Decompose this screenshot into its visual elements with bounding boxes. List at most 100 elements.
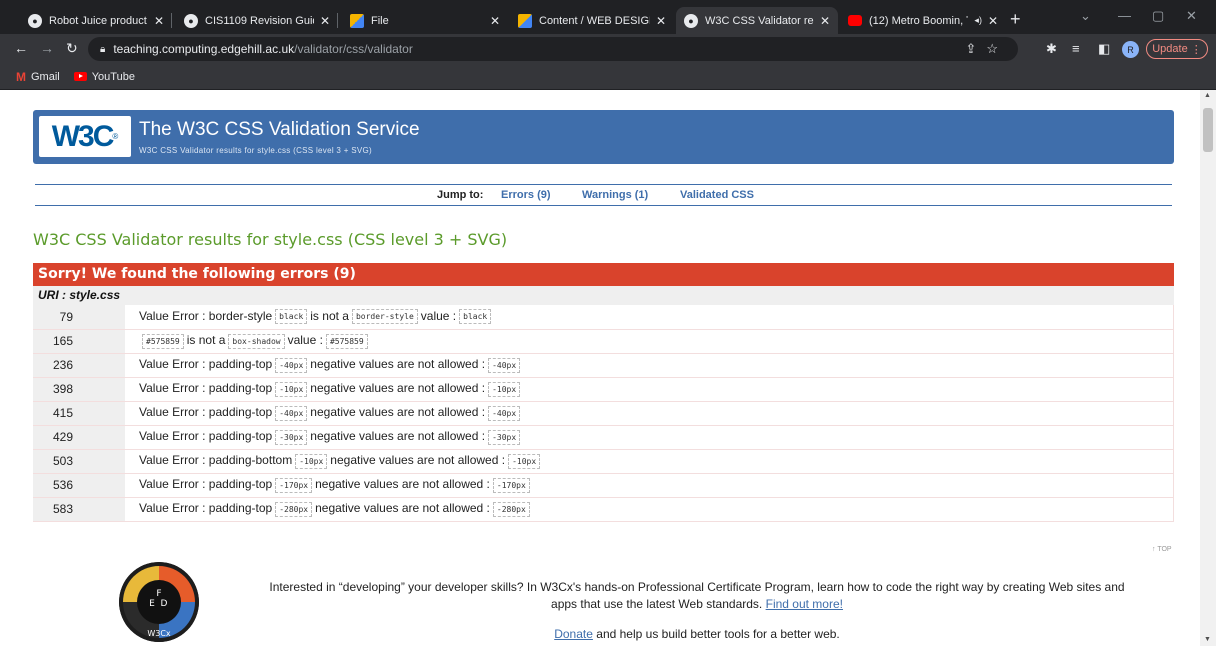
close-icon[interactable]: ✕ [154, 14, 164, 28]
bookmark-youtube[interactable]: YouTube [73, 71, 135, 83]
css-code-value: box-shadow [228, 333, 285, 349]
css-code-value: -40px [488, 405, 521, 421]
close-icon[interactable]: ✕ [988, 14, 998, 28]
tab-youtube-metro-boomin[interactable]: (12) Metro Boomin, Tra ◂) ✕ [840, 7, 1006, 34]
svg-text:D: D [161, 599, 168, 609]
page-subtitle: W3C CSS Validator results for style.css … [139, 146, 372, 155]
tab-search-icon[interactable]: ⌄ [1080, 8, 1091, 24]
youtube-icon [848, 15, 862, 26]
reading-list-icon[interactable]: ≡ [1072, 41, 1080, 56]
css-code-value: #575859 [325, 333, 368, 349]
profile-avatar[interactable]: R [1122, 41, 1139, 58]
tab-divider [337, 13, 338, 28]
audio-icon[interactable]: ◂) [974, 15, 982, 26]
bookmark-gmail[interactable]: M Gmail [16, 70, 60, 84]
css-code-value: -280px [492, 501, 530, 517]
close-icon[interactable]: ✕ [320, 14, 330, 28]
minimize-icon[interactable]: — [1118, 8, 1131, 23]
extensions-icon[interactable]: ✱ [1046, 41, 1057, 57]
error-line-number[interactable]: 165 [33, 329, 81, 354]
error-line-number[interactable]: 536 [33, 473, 81, 498]
new-tab-button[interactable]: + [1010, 9, 1021, 30]
forward-icon[interactable]: → [40, 40, 54, 56]
tab-content-web-design[interactable]: Content / WEB DESIGN & D ✕ [510, 7, 674, 34]
errors-section: Sorry! We found the following errors (9)… [33, 263, 1174, 522]
error-row: 236 Value Error : padding-top -40px negativ… [33, 353, 1174, 378]
css-code-value: -280px [275, 501, 313, 517]
css-code-value: -40px [275, 357, 308, 373]
w3c-logo[interactable]: W3C ® [39, 116, 131, 157]
error-message: Value Error : padding-top -30px negative v… [125, 425, 1174, 450]
css-code-value: black [459, 309, 492, 325]
error-row: 165 #575859 is not a box-shadow value : #5758… [33, 329, 1174, 354]
error-line-number[interactable]: 398 [33, 377, 81, 402]
svg-text:E: E [149, 599, 155, 609]
error-row: 415 Value Error : padding-top -40px negativ… [33, 401, 1174, 426]
mark-icon [518, 13, 532, 28]
tab-robot-juice[interactable]: ● Robot Juice product ✕ [20, 7, 172, 34]
error-line-gap [81, 305, 125, 330]
close-icon[interactable]: ✕ [490, 14, 500, 28]
errors-table: 79 Value Error : border-style black is not … [33, 305, 1174, 522]
w3c-banner: W3C ® The W3C CSS Validation Service W3C … [33, 110, 1174, 164]
svg-text:F: F [156, 589, 161, 599]
close-icon[interactable]: ✕ [820, 14, 830, 28]
scrollbar-thumb[interactable] [1203, 108, 1213, 152]
update-button[interactable]: Update ⋮ [1146, 39, 1208, 59]
address-bar[interactable]: 🔒︎ teaching.computing.edgehill.ac.uk/val… [88, 37, 1018, 61]
globe-icon: ● [184, 13, 198, 28]
top-link[interactable]: ↑ TOP [1152, 546, 1172, 553]
maximize-icon[interactable]: ▢ [1152, 8, 1164, 24]
error-line-number[interactable]: 236 [33, 353, 81, 378]
error-line-gap [81, 425, 125, 450]
page-title[interactable]: The W3C CSS Validation Service [139, 119, 420, 141]
error-row: 536 Value Error : padding-top -170px negati… [33, 473, 1174, 498]
error-line-number[interactable]: 415 [33, 401, 81, 426]
jump-errors-link[interactable]: Errors (9) [501, 189, 551, 201]
jump-validated-css-link[interactable]: Validated CSS [680, 189, 754, 201]
error-message: #575859 is not a box-shadow value : #575859 [125, 329, 1174, 354]
window-close-icon[interactable]: ✕ [1186, 8, 1197, 24]
error-line-number[interactable]: 79 [33, 305, 81, 330]
css-code-value: border-style [351, 309, 418, 325]
error-message: Value Error : padding-bottom -10px negativ… [125, 449, 1174, 474]
lock-icon[interactable]: 🔒︎ [100, 44, 105, 55]
reload-icon[interactable]: ↻ [66, 40, 78, 57]
vertical-scrollbar[interactable] [1200, 90, 1216, 646]
close-icon[interactable]: ✕ [656, 14, 666, 28]
error-row: 503 Value Error : padding-bottom -10px nega… [33, 449, 1174, 474]
scroll-up-icon[interactable]: ▲ [1204, 92, 1211, 99]
error-message: Value Error : padding-top -40px negative v… [125, 401, 1174, 426]
tab-file[interactable]: File ✕ [342, 7, 508, 34]
w3cx-badge-icon: F E D W3Cx [119, 562, 199, 642]
jump-label: Jump to: [437, 189, 484, 201]
results-title: W3C CSS Validator results for style.css … [33, 230, 508, 249]
find-out-more-link[interactable]: Find out more! [766, 597, 843, 611]
css-code-value: -30px [275, 429, 308, 445]
tab-divider [171, 13, 172, 28]
error-line-number[interactable]: 429 [33, 425, 81, 450]
css-code-value: -10px [488, 381, 521, 397]
side-panel-icon[interactable]: ◧ [1098, 41, 1110, 57]
scroll-down-icon[interactable]: ▼ [1204, 636, 1211, 643]
error-line-number[interactable]: 503 [33, 449, 81, 474]
error-message: Value Error : padding-top -40px negative v… [125, 353, 1174, 378]
error-row: 398 Value Error : padding-top -10px negativ… [33, 377, 1174, 402]
donate-link[interactable]: Donate [554, 627, 593, 641]
css-code-value: -10px [508, 453, 541, 469]
donate-text: Donate and help us build better tools fo… [554, 627, 840, 641]
share-star-icons[interactable]: ⇪☆ [965, 41, 1008, 57]
jump-warnings-link[interactable]: Warnings (1) [582, 189, 648, 201]
globe-icon: ● [684, 13, 698, 28]
error-row: 583 Value Error : padding-top -280px negati… [33, 497, 1174, 522]
tab-strip: ● Robot Juice product ✕ ● CIS1109 Revisi… [0, 0, 1216, 34]
w3cx-badge-image[interactable]: F E D W3Cx [119, 562, 199, 642]
tab-cis1109[interactable]: ● CIS1109 Revision Guide ✕ [176, 7, 338, 34]
back-icon[interactable]: ← [14, 40, 28, 56]
css-code-value: -40px [275, 405, 308, 421]
bookmarks-bar: M Gmail YouTube [0, 64, 1216, 90]
tab-w3c-validator[interactable]: ● W3C CSS Validator results f ✕ [676, 7, 838, 34]
error-line-number[interactable]: 583 [33, 497, 81, 522]
globe-icon: ● [28, 13, 42, 28]
browser-toolbar: ← → ↻ 🔒︎ teaching.computing.edgehill.ac.… [0, 34, 1216, 64]
